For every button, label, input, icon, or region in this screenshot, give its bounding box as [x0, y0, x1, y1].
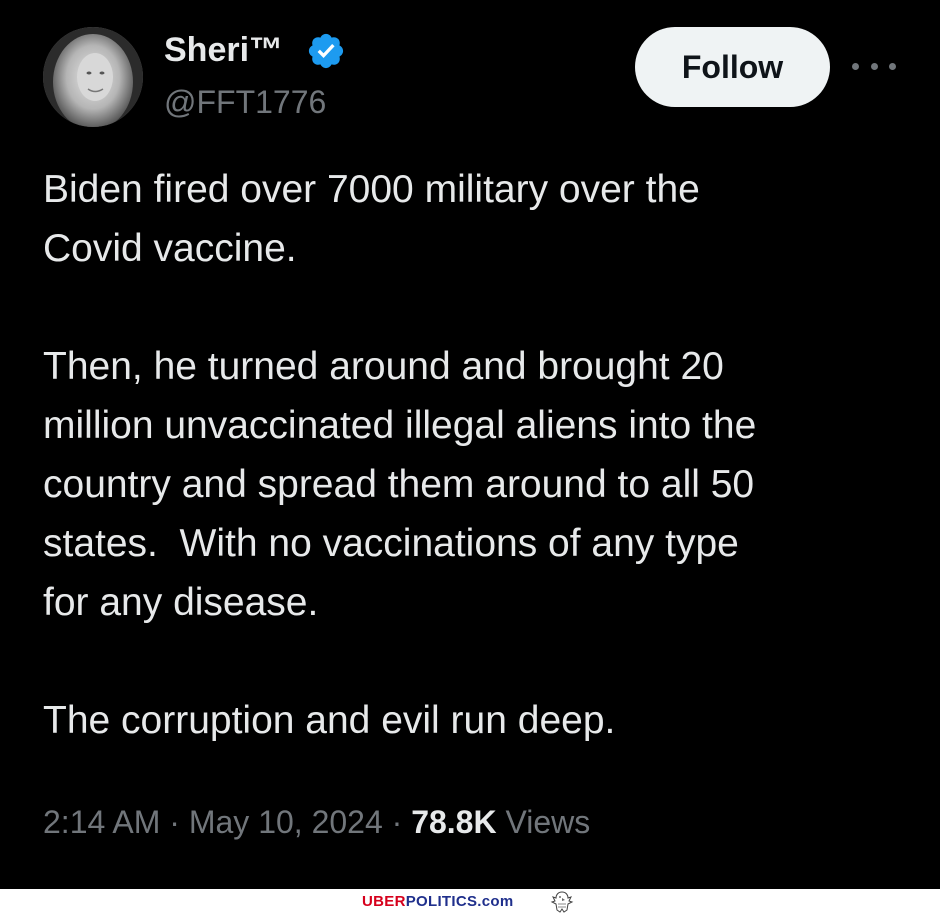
- meta-separator: ·: [169, 804, 180, 840]
- more-dot: [852, 62, 859, 70]
- watermark-text: UBERPOLITICS.com: [362, 893, 514, 911]
- tweet-date[interactable]: May 10, 2024: [189, 804, 383, 840]
- tweet-paragraph: Then, he turned around and brought 20 mi…: [43, 345, 757, 624]
- views-label: Views: [505, 804, 591, 840]
- tweet-time[interactable]: 2:14 AM: [43, 804, 160, 840]
- meta-separator: ·: [391, 804, 403, 840]
- paragraph-spacer: [43, 632, 923, 691]
- watermark-part: .com: [477, 893, 514, 910]
- more-dot: [870, 62, 878, 70]
- profile-photo-icon: [43, 27, 143, 127]
- views-count[interactable]: 78.8K: [411, 804, 496, 840]
- watermark-part: POLITICS: [405, 893, 478, 910]
- eagle-logo-icon: [550, 891, 574, 913]
- more-dot: [889, 62, 896, 70]
- verified-badge-icon: [308, 33, 344, 69]
- tweet-paragraph: The corruption and evil run deep.: [43, 699, 616, 742]
- avatar[interactable]: [43, 27, 143, 127]
- tweet-card: Sheri™ @FFT1776 Follow Biden fired over …: [0, 0, 940, 889]
- paragraph-spacer: [43, 278, 923, 337]
- follow-button[interactable]: Follow: [635, 27, 830, 107]
- user-handle[interactable]: @FFT1776: [164, 82, 326, 122]
- watermark-part: UBER: [362, 893, 406, 910]
- watermark-bar: UBERPOLITICS.com: [0, 889, 940, 915]
- tweet-text: Biden fired over 7000 military over the …: [43, 160, 923, 750]
- display-name[interactable]: Sheri™: [164, 30, 283, 70]
- more-options-icon[interactable]: [852, 56, 896, 76]
- tweet-meta: 2:14 AM · May 10, 2024 · 78.8K Views: [43, 800, 590, 844]
- tweet-paragraph: Biden fired over 7000 military over the …: [43, 168, 700, 270]
